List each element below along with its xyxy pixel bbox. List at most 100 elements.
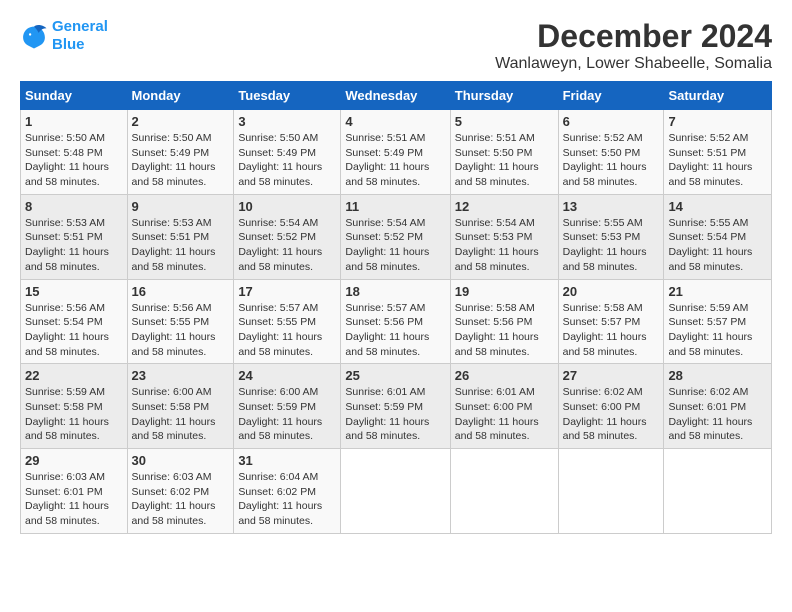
title-block: December 2024 Wanlaweyn, Lower Shabeelle… [495, 18, 772, 73]
daylight-minutes: and 58 minutes. [132, 346, 207, 358]
day-detail: Sunrise: 5:58 AM Sunset: 5:57 PM Dayligh… [563, 301, 660, 360]
calendar-week-1: 1 Sunrise: 5:50 AM Sunset: 5:48 PM Dayli… [21, 110, 772, 195]
sunrise-label: Sunrise: 6:01 AM [345, 386, 425, 398]
day-number: 23 [132, 368, 230, 383]
day-detail: Sunrise: 5:55 AM Sunset: 5:53 PM Dayligh… [563, 216, 660, 275]
daylight-minutes: and 58 minutes. [563, 176, 638, 188]
sunrise-label: Sunrise: 6:02 AM [668, 386, 748, 398]
sunrise-label: Sunrise: 5:56 AM [132, 302, 212, 314]
daylight-minutes: and 58 minutes. [668, 176, 743, 188]
sunrise-label: Sunrise: 5:56 AM [25, 302, 105, 314]
day-number: 2 [132, 114, 230, 129]
sunset-label: Sunset: 5:57 PM [563, 316, 641, 328]
calendar-cell [558, 449, 664, 534]
sunset-label: Sunset: 5:56 PM [455, 316, 533, 328]
calendar-cell [664, 449, 772, 534]
calendar-cell: 13 Sunrise: 5:55 AM Sunset: 5:53 PM Dayl… [558, 194, 664, 279]
col-monday: Monday [127, 82, 234, 110]
sunset-label: Sunset: 5:58 PM [25, 401, 103, 413]
sunrise-label: Sunrise: 6:03 AM [25, 471, 105, 483]
calendar-week-2: 8 Sunrise: 5:53 AM Sunset: 5:51 PM Dayli… [21, 194, 772, 279]
daylight-label: Daylight: 11 hours [25, 161, 109, 173]
day-detail: Sunrise: 5:50 AM Sunset: 5:48 PM Dayligh… [25, 131, 123, 190]
day-number: 9 [132, 199, 230, 214]
calendar-cell: 7 Sunrise: 5:52 AM Sunset: 5:51 PM Dayli… [664, 110, 772, 195]
daylight-label: Daylight: 11 hours [668, 331, 752, 343]
daylight-label: Daylight: 11 hours [563, 246, 647, 258]
daylight-minutes: and 58 minutes. [668, 430, 743, 442]
calendar-cell: 16 Sunrise: 5:56 AM Sunset: 5:55 PM Dayl… [127, 279, 234, 364]
calendar-body: 1 Sunrise: 5:50 AM Sunset: 5:48 PM Dayli… [21, 110, 772, 534]
sunset-label: Sunset: 5:51 PM [668, 147, 746, 159]
calendar-week-5: 29 Sunrise: 6:03 AM Sunset: 6:01 PM Dayl… [21, 449, 772, 534]
daylight-label: Daylight: 11 hours [668, 161, 752, 173]
day-number: 30 [132, 453, 230, 468]
day-detail: Sunrise: 6:01 AM Sunset: 5:59 PM Dayligh… [345, 385, 445, 444]
sunrise-label: Sunrise: 5:53 AM [25, 217, 105, 229]
logo-blue: Blue [52, 36, 108, 54]
sunset-label: Sunset: 5:59 PM [345, 401, 423, 413]
daylight-minutes: and 58 minutes. [238, 176, 313, 188]
sunrise-label: Sunrise: 5:54 AM [345, 217, 425, 229]
day-detail: Sunrise: 5:59 AM Sunset: 5:58 PM Dayligh… [25, 385, 123, 444]
daylight-label: Daylight: 11 hours [238, 331, 322, 343]
day-number: 16 [132, 284, 230, 299]
col-sunday: Sunday [21, 82, 128, 110]
sunrise-label: Sunrise: 5:57 AM [345, 302, 425, 314]
day-detail: Sunrise: 5:51 AM Sunset: 5:49 PM Dayligh… [345, 131, 445, 190]
calendar-cell: 6 Sunrise: 5:52 AM Sunset: 5:50 PM Dayli… [558, 110, 664, 195]
daylight-label: Daylight: 11 hours [238, 246, 322, 258]
sunrise-label: Sunrise: 5:58 AM [563, 302, 643, 314]
day-number: 22 [25, 368, 123, 383]
daylight-minutes: and 58 minutes. [25, 430, 100, 442]
sunrise-label: Sunrise: 6:04 AM [238, 471, 318, 483]
day-number: 12 [455, 199, 554, 214]
sunrise-label: Sunrise: 5:50 AM [238, 132, 318, 144]
day-number: 17 [238, 284, 336, 299]
sunset-label: Sunset: 6:01 PM [25, 486, 103, 498]
day-number: 10 [238, 199, 336, 214]
sunset-label: Sunset: 5:49 PM [238, 147, 316, 159]
sunrise-label: Sunrise: 5:54 AM [455, 217, 535, 229]
logo-icon [20, 22, 48, 50]
daylight-label: Daylight: 11 hours [455, 416, 539, 428]
day-number: 25 [345, 368, 445, 383]
logo-text: General Blue [52, 18, 108, 54]
daylight-minutes: and 58 minutes. [668, 346, 743, 358]
day-detail: Sunrise: 5:57 AM Sunset: 5:56 PM Dayligh… [345, 301, 445, 360]
day-number: 21 [668, 284, 767, 299]
day-number: 24 [238, 368, 336, 383]
sunrise-label: Sunrise: 6:01 AM [455, 386, 535, 398]
daylight-label: Daylight: 11 hours [563, 331, 647, 343]
day-number: 29 [25, 453, 123, 468]
daylight-label: Daylight: 11 hours [25, 331, 109, 343]
calendar-table: Sunday Monday Tuesday Wednesday Thursday… [20, 81, 772, 534]
calendar-header: Sunday Monday Tuesday Wednesday Thursday… [21, 82, 772, 110]
header: General Blue December 2024 Wanlaweyn, Lo… [20, 18, 772, 73]
sunrise-label: Sunrise: 5:59 AM [668, 302, 748, 314]
calendar-cell: 31 Sunrise: 6:04 AM Sunset: 6:02 PM Dayl… [234, 449, 341, 534]
day-detail: Sunrise: 6:01 AM Sunset: 6:00 PM Dayligh… [455, 385, 554, 444]
col-friday: Friday [558, 82, 664, 110]
day-number: 15 [25, 284, 123, 299]
daylight-label: Daylight: 11 hours [25, 500, 109, 512]
main-title: December 2024 [495, 18, 772, 55]
calendar-cell: 2 Sunrise: 5:50 AM Sunset: 5:49 PM Dayli… [127, 110, 234, 195]
day-detail: Sunrise: 5:50 AM Sunset: 5:49 PM Dayligh… [238, 131, 336, 190]
calendar-cell: 9 Sunrise: 5:53 AM Sunset: 5:51 PM Dayli… [127, 194, 234, 279]
day-number: 6 [563, 114, 660, 129]
sunset-label: Sunset: 5:49 PM [345, 147, 423, 159]
day-detail: Sunrise: 5:54 AM Sunset: 5:52 PM Dayligh… [345, 216, 445, 275]
calendar-cell: 3 Sunrise: 5:50 AM Sunset: 5:49 PM Dayli… [234, 110, 341, 195]
day-number: 14 [668, 199, 767, 214]
day-detail: Sunrise: 5:54 AM Sunset: 5:53 PM Dayligh… [455, 216, 554, 275]
calendar-cell: 18 Sunrise: 5:57 AM Sunset: 5:56 PM Dayl… [341, 279, 450, 364]
day-detail: Sunrise: 5:58 AM Sunset: 5:56 PM Dayligh… [455, 301, 554, 360]
daylight-label: Daylight: 11 hours [25, 416, 109, 428]
day-number: 3 [238, 114, 336, 129]
sunrise-label: Sunrise: 5:50 AM [132, 132, 212, 144]
calendar-week-4: 22 Sunrise: 5:59 AM Sunset: 5:58 PM Dayl… [21, 364, 772, 449]
daylight-minutes: and 58 minutes. [563, 346, 638, 358]
sunrise-label: Sunrise: 6:02 AM [563, 386, 643, 398]
day-detail: Sunrise: 5:52 AM Sunset: 5:50 PM Dayligh… [563, 131, 660, 190]
